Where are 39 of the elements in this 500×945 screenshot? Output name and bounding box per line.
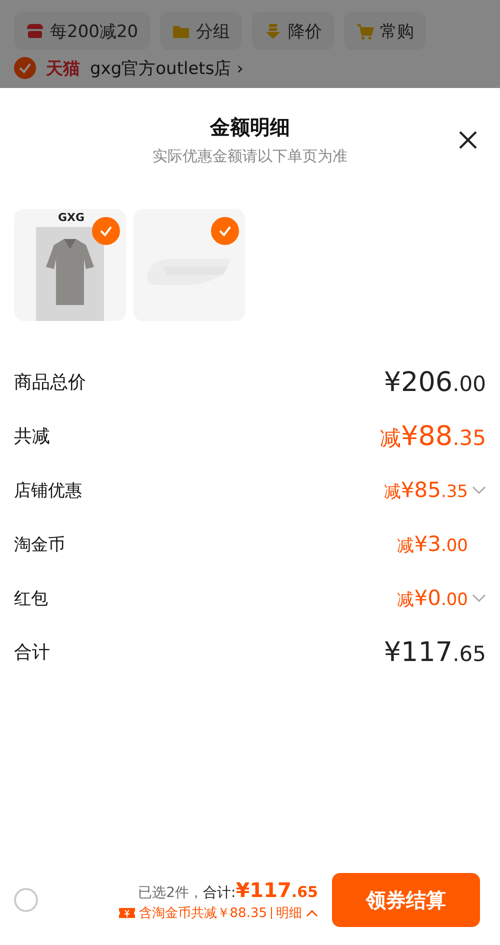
row-label: 店铺优惠 — [14, 480, 82, 502]
select-all-radio[interactable] — [14, 888, 38, 912]
row-label: 淘金币 — [14, 534, 65, 556]
product-thumbnail[interactable] — [133, 209, 245, 321]
total-summary: 已选2件，合计:¥117.65 — [138, 878, 318, 902]
amount-text: 减¥88.35 — [380, 420, 486, 452]
cart-icon — [356, 22, 374, 40]
detail-link[interactable]: 明细 — [276, 904, 302, 922]
shop-icon — [26, 22, 44, 40]
coupon-icon — [118, 906, 135, 920]
amount-text: 减¥85.35 — [384, 478, 468, 502]
row-label: 红包 — [14, 588, 48, 610]
checkout-button[interactable]: 领券结算 — [332, 873, 480, 927]
row-label: 合计 — [14, 641, 50, 664]
shop-link[interactable]: gxg官方outlets店 › — [90, 56, 244, 80]
amount-text: ¥117.65 — [384, 636, 486, 668]
filter-chip[interactable]: 每200减20 — [14, 12, 150, 50]
checkbox[interactable] — [14, 57, 36, 79]
filter-chip[interactable]: 常购 — [344, 12, 426, 50]
amount-text: 减¥3.00 — [397, 532, 468, 556]
row-label: 共减 — [14, 425, 50, 448]
checkbox[interactable] — [92, 217, 120, 245]
down-arrow-icon — [264, 22, 282, 40]
chevron-down-icon — [472, 594, 486, 602]
sheet-title: 金额明细 — [210, 114, 290, 141]
filter-chip[interactable]: 降价 — [252, 12, 334, 50]
check-icon — [18, 61, 32, 75]
checkbox[interactable] — [211, 217, 239, 245]
sheet-subtitle: 实际优惠金额请以下单页为准 — [152, 147, 348, 166]
filter-chip[interactable]: 分组 — [160, 12, 242, 50]
saving-text: 含淘金币共减￥88.35 — [138, 905, 267, 922]
product-thumbnail[interactable]: GXG — [14, 209, 126, 321]
brand-text: GXG — [58, 211, 85, 224]
chevron-up-icon — [306, 909, 318, 917]
brand-label: 天猫 — [46, 58, 80, 80]
row-label: 商品总价 — [14, 371, 86, 394]
amount-text: 减¥0.00 — [397, 586, 468, 610]
chevron-down-icon — [472, 486, 486, 494]
amount-text: ¥206.00 — [384, 366, 486, 398]
